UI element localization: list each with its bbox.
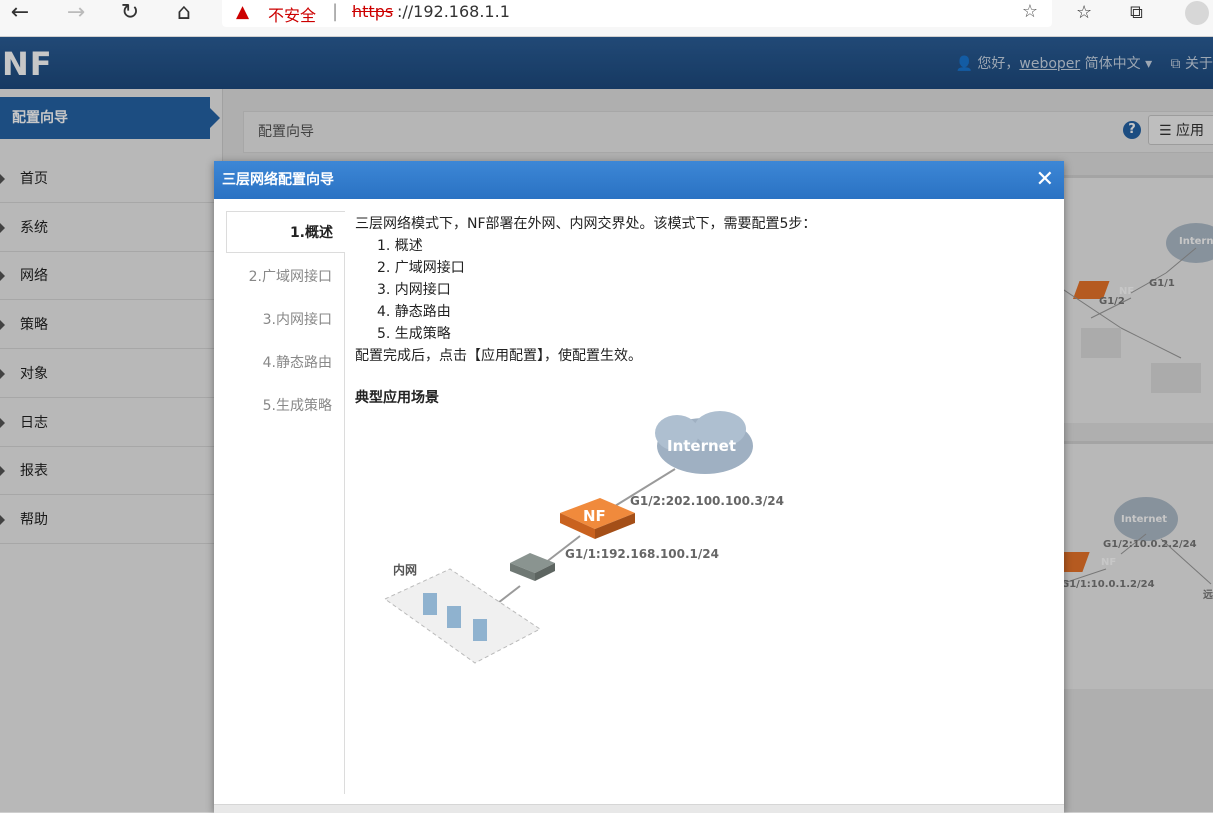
wizard-dialog: 三层网络配置向导 ✕ 1.概述 2.广域网接口 3.内网接口 4.静态路由 5.… (214, 161, 1064, 812)
forward-icon[interactable]: → (62, 0, 90, 28)
close-icon[interactable]: ✕ (1036, 161, 1054, 199)
step-wan-interface[interactable]: 2.广域网接口 (226, 256, 344, 298)
lan-interface-label: G1/1:192.168.100.1/24 (565, 547, 719, 561)
dialog-header: 三层网络配置向导 ✕ (214, 161, 1064, 199)
step-lan-interface[interactable]: 3.内网接口 (226, 299, 344, 341)
nf-label: NF (583, 507, 606, 525)
address-bar[interactable]: ▲ 不安全 | https ://192.168.1.1 ☆ (222, 0, 1052, 27)
url-protocol: https (352, 2, 394, 21)
topology-diagram: Internet NF G1/2:202.100.100.3/24 G1/1:1… (355, 401, 855, 681)
list-item: 2. 广域网接口 (377, 260, 465, 276)
collections-icon[interactable]: ⧉ (1130, 2, 1143, 23)
dialog-title: 三层网络配置向导 (222, 172, 334, 188)
wan-interface-label: G1/2:202.100.100.3/24 (630, 494, 784, 508)
intranet-label: 内网 (393, 563, 418, 577)
browser-toolbar: ← → ↻ ⌂ ▲ 不安全 | https ://192.168.1.1 ☆ ☆… (0, 0, 1213, 37)
list-item: 4. 静态路由 (377, 304, 451, 320)
list-item: 3. 内网接口 (377, 282, 451, 298)
switch-icon (510, 553, 555, 581)
step-generate-policy[interactable]: 5.生成策略 (226, 385, 344, 427)
home-icon[interactable]: ⌂ (170, 0, 198, 28)
list-item: 5. 生成策略 (377, 326, 451, 342)
profile-avatar[interactable] (1185, 1, 1209, 25)
step-static-route[interactable]: 4.静态路由 (226, 342, 344, 384)
add-favorite-icon[interactable]: ☆ (1022, 1, 1038, 22)
intro-text: 三层网络模式下，NF部署在外网、内网交界处。该模式下，需要配置5步： (355, 216, 817, 232)
wizard-steps: 1.概述 2.广域网接口 3.内网接口 4.静态路由 5.生成策略 (226, 211, 345, 794)
url-host: ://192.168.1.1 (397, 2, 510, 21)
address-separator: | (332, 1, 339, 22)
internet-label: Internet (667, 437, 737, 455)
list-item: 1. 概述 (377, 238, 423, 254)
warning-icon: ▲ (236, 2, 250, 22)
security-status: 不安全 (268, 6, 317, 25)
step-overview[interactable]: 1.概述 (226, 211, 345, 253)
refresh-icon[interactable]: ↻ (116, 0, 144, 28)
favorites-icon[interactable]: ☆ (1076, 2, 1092, 23)
back-icon[interactable]: ← (6, 0, 34, 28)
outro-text: 配置完成后，点击【应用配置】，使配置生效。 (355, 348, 642, 364)
topology-graphic (384, 411, 753, 664)
